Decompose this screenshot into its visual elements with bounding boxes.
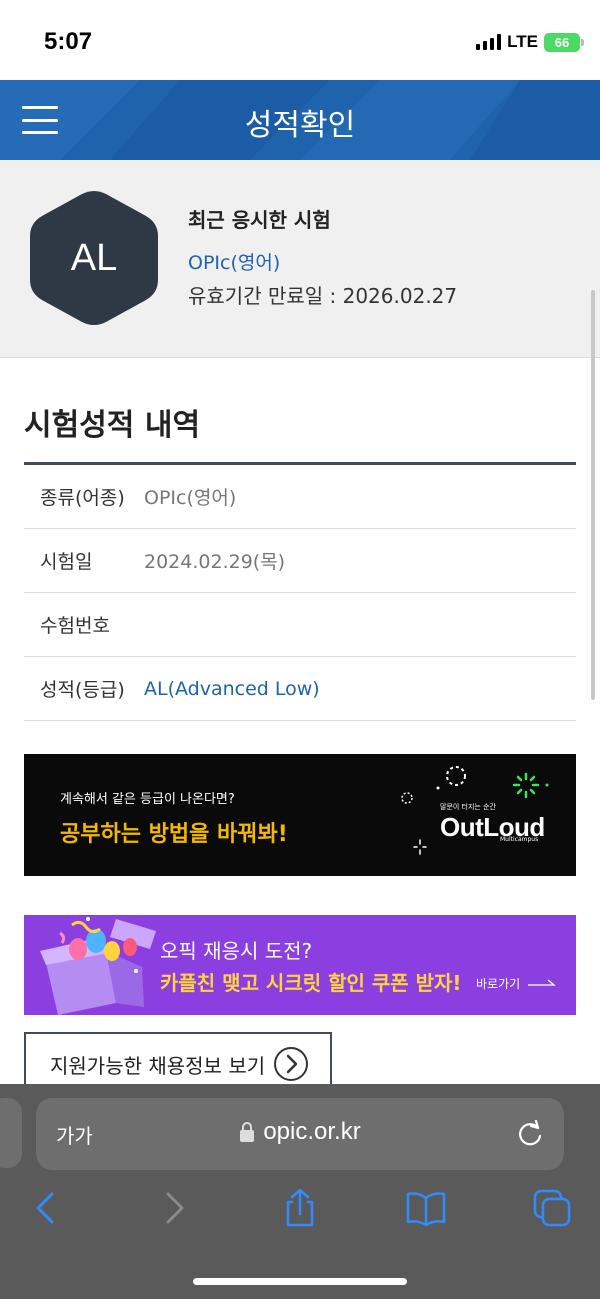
table-row: 성적(등급) AL(Advanced Low)	[24, 657, 576, 721]
result-label: 시험일	[40, 551, 93, 573]
coupon-banner-subtitle: 오픽 재응시 도전?	[160, 939, 313, 963]
table-row: 종류(어종) OPIc(영어)	[24, 465, 576, 529]
scroll-indicator	[591, 290, 595, 700]
coupon-banner[interactable]: 오픽 재응시 도전? 카플친 맺고 시크릿 할인 쿠폰 받자! 바로가기	[24, 915, 576, 1015]
job-info-label: 지원가능한 채용정보 보기	[50, 1053, 266, 1078]
page-header: 성적확인	[0, 80, 600, 160]
bookmarks-icon[interactable]	[406, 1188, 446, 1228]
share-icon[interactable]	[280, 1188, 320, 1228]
result-label: 성적(등급)	[40, 679, 125, 701]
reload-icon[interactable]	[516, 1120, 544, 1148]
grade-badge: AL	[70, 236, 118, 279]
status-indicators: LTE 66	[476, 32, 584, 52]
lock-icon	[240, 1122, 255, 1142]
page-title: 성적확인	[244, 108, 356, 143]
battery-level: 66	[554, 34, 570, 50]
result-value: 2024.02.29(목)	[144, 551, 286, 573]
recent-test-expiry: 유효기간 만료일 : 2026.02.27	[188, 284, 458, 308]
outloud-banner[interactable]: 계속해서 같은 등급이 나온다면? 공부하는 방법을 바꿔봐! 말문이 터지는 …	[24, 754, 576, 876]
outloud-banner-headline: 공부하는 방법을 바꿔봐!	[60, 822, 288, 847]
signal-icon	[476, 34, 502, 50]
outloud-tagline: 말문이 터지는 순간	[440, 803, 496, 811]
back-icon[interactable]	[26, 1188, 66, 1228]
browser-toolbar	[0, 1188, 600, 1240]
result-value: AL(Advanced Low)	[144, 677, 320, 700]
forward-icon[interactable]	[154, 1188, 194, 1228]
status-bar: 5:07 LTE 66	[0, 0, 600, 80]
chevron-right-circle-icon	[274, 1047, 309, 1081]
result-label: 수험번호	[40, 615, 110, 637]
result-value: OPIc(영어)	[144, 487, 237, 509]
outloud-banner-subtitle: 계속해서 같은 등급이 나온다면?	[60, 792, 235, 807]
tabs-icon[interactable]	[532, 1188, 572, 1228]
arrow-right-icon	[528, 979, 556, 986]
outloud-logo-subtitle: Multicampus	[500, 836, 539, 843]
table-row: 시험일 2024.02.29(목)	[24, 529, 576, 593]
browser-chrome: 가가 opic.or.kr	[0, 1084, 600, 1299]
gift-box-icon	[40, 917, 156, 1015]
url-text: opic.or.kr	[263, 1118, 361, 1145]
status-time: 5:07	[44, 28, 93, 55]
battery-icon: 66	[544, 32, 584, 52]
table-row: 수험번호	[24, 593, 576, 657]
results-table: 종류(어종) OPIc(영어) 시험일 2024.02.29(목) 수험번호 성…	[24, 462, 576, 721]
recent-test-panel: AL 최근 응시한 시험 OPIc(영어) 유효기간 만료일 : 2026.02…	[0, 160, 600, 358]
home-indicator	[193, 1278, 407, 1285]
previous-tab-stub[interactable]	[0, 1098, 22, 1168]
url-display: opic.or.kr	[36, 1118, 564, 1146]
result-label: 종류(어종)	[40, 487, 125, 509]
recent-test-name[interactable]: OPIc(영어)	[188, 248, 280, 275]
coupon-banner-headline: 카플친 맺고 시크릿 할인 쿠폰 받자!	[160, 971, 462, 995]
network-type: LTE	[507, 32, 538, 51]
address-bar[interactable]: 가가 opic.or.kr	[36, 1098, 564, 1170]
recent-test-title: 최근 응시한 시험	[188, 208, 331, 232]
coupon-go-link[interactable]: 바로가기	[476, 975, 520, 992]
results-title: 시험성적 내역	[24, 408, 201, 443]
